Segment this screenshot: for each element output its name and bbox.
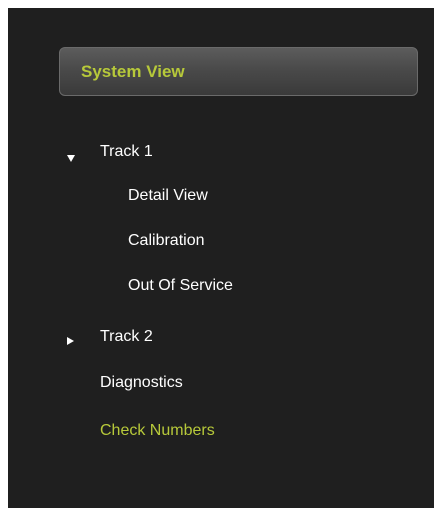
expand-down-icon[interactable] — [67, 155, 75, 162]
nav-item-diagnostics[interactable]: Diagnostics — [100, 374, 183, 392]
system-view-label: System View — [81, 62, 185, 81]
navigation-panel: System View Track 1 Detail View Calibrat… — [8, 8, 434, 508]
tree-item-detail-view[interactable]: Detail View — [128, 187, 208, 205]
tree-item-track-2[interactable]: Track 2 — [100, 328, 153, 346]
tree-item-track-1[interactable]: Track 1 — [100, 143, 153, 161]
tree-item-out-of-service[interactable]: Out Of Service — [128, 277, 233, 295]
nav-item-check-numbers[interactable]: Check Numbers — [100, 422, 215, 440]
expand-right-icon[interactable] — [67, 337, 74, 345]
system-view-button[interactable]: System View — [59, 47, 418, 96]
tree-item-calibration[interactable]: Calibration — [128, 232, 204, 250]
